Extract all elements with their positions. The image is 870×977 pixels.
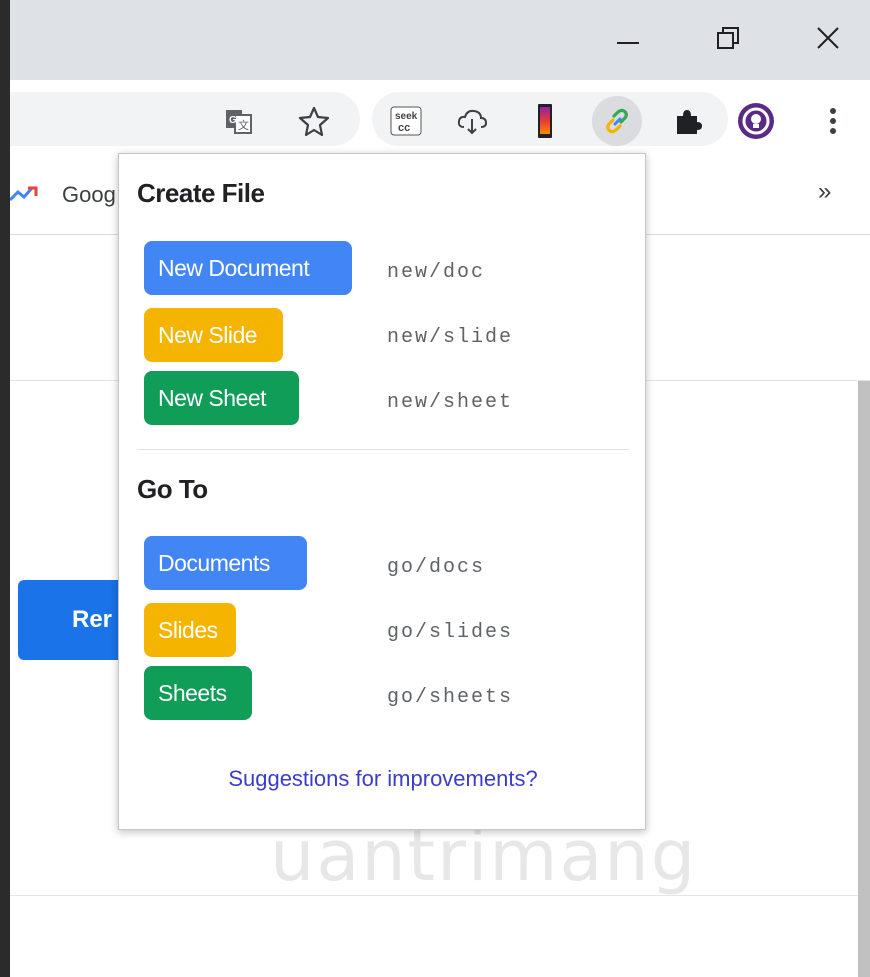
slides-button[interactable]: Slides <box>144 603 236 657</box>
profile-button[interactable] <box>736 101 776 141</box>
new-slide-shortcut: new/slide <box>387 326 514 349</box>
cloud-download-icon <box>457 109 488 135</box>
window-frame <box>0 0 10 977</box>
page-scrollbar[interactable] <box>858 381 870 977</box>
new-doc-shortcut: new/doc <box>387 261 486 284</box>
sheets-button[interactable]: Sheets <box>144 666 252 720</box>
extensions-button[interactable] <box>670 104 704 138</box>
link-shortcuts-extension[interactable] <box>592 96 642 146</box>
svg-text:cc: cc <box>398 122 410 134</box>
documents-button[interactable]: Documents <box>144 536 307 590</box>
bookmark-star-icon <box>298 106 330 137</box>
profile-avatar-icon <box>738 103 774 139</box>
svg-text:文: 文 <box>238 118 249 132</box>
trending-icon <box>10 186 38 202</box>
more-menu-icon <box>830 108 836 134</box>
translate-icon: G 文 <box>226 110 252 134</box>
new-sheet-shortcut: new/sheet <box>387 391 514 414</box>
extension-popup: Create File New Document new/doc New Sli… <box>118 153 646 830</box>
seek-cc-extension[interactable]: seek cc <box>388 104 424 138</box>
more-menu-button[interactable] <box>816 104 850 138</box>
new-slide-button[interactable]: New Slide <box>144 308 283 362</box>
go-to-heading: Go To <box>137 474 208 504</box>
restore-icon <box>717 27 739 49</box>
phone-gradient-icon <box>538 104 552 138</box>
go-sheets-shortcut: go/sheets <box>387 686 514 709</box>
cloud-download-extension[interactable] <box>455 104 489 138</box>
translate-button[interactable]: G 文 <box>222 104 256 138</box>
phone-extension[interactable] <box>528 104 562 138</box>
svg-text:seek: seek <box>395 111 418 122</box>
new-sheet-button[interactable]: New Sheet <box>144 371 299 425</box>
new-document-button[interactable]: New Document <box>144 241 352 295</box>
minimize-button[interactable] <box>608 18 648 58</box>
restore-button[interactable] <box>708 18 748 58</box>
bookmark-item[interactable]: Goog <box>62 182 116 208</box>
create-file-heading: Create File <box>137 178 265 208</box>
minimize-icon <box>617 42 639 44</box>
bookmark-star-button[interactable] <box>297 104 331 138</box>
section-divider <box>137 449 629 450</box>
suggestions-link[interactable]: Suggestions for improvements? <box>119 766 647 792</box>
bookmarks-overflow-button[interactable]: » <box>818 178 831 206</box>
puzzle-extensions-icon <box>677 110 702 134</box>
seek-cc-icon: seek cc <box>390 106 422 136</box>
browser-toolbar: G 文 seek cc <box>10 80 870 158</box>
close-button[interactable] <box>808 18 848 58</box>
go-docs-shortcut: go/docs <box>387 556 486 579</box>
link-icon <box>606 108 628 134</box>
title-bar <box>10 0 870 80</box>
close-icon <box>817 27 839 49</box>
go-slides-shortcut: go/slides <box>387 621 514 644</box>
svg-text:G: G <box>229 115 237 126</box>
